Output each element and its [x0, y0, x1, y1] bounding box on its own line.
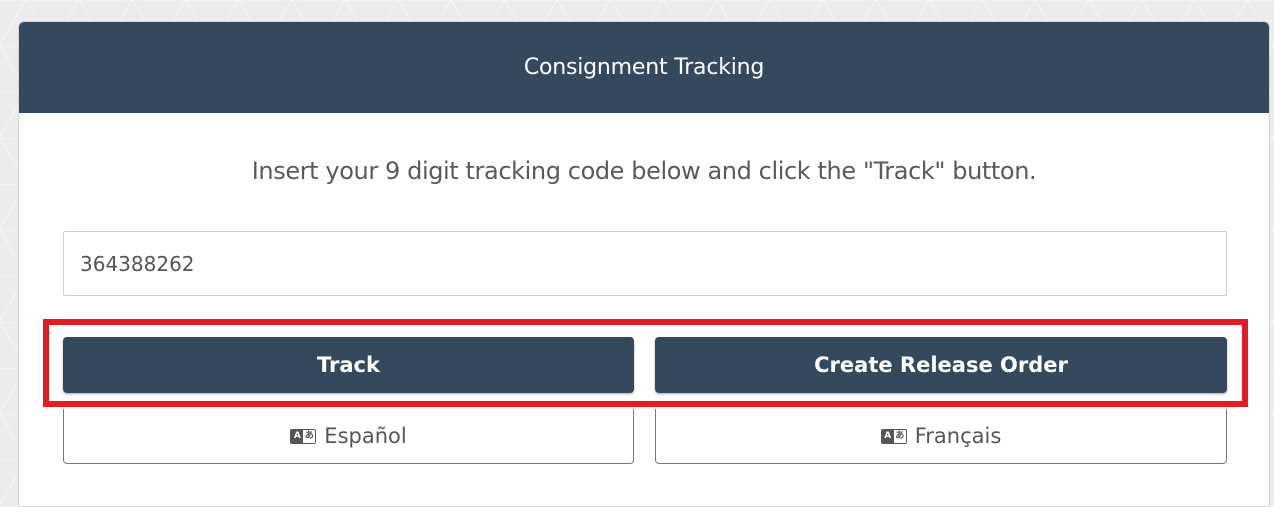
instruction-text: Insert your 9 digit tracking code below …: [251, 157, 1037, 185]
track-button[interactable]: Track: [63, 337, 634, 393]
create-release-order-label: Create Release Order: [814, 353, 1068, 377]
spanish-label: Español: [324, 424, 407, 448]
french-label: Français: [914, 424, 1002, 448]
language-icon: Aあ: [290, 428, 317, 444]
tracking-code-input[interactable]: [63, 231, 1227, 296]
tracking-card: Consignment Tracking Insert your 9 digit…: [18, 21, 1270, 507]
card-header: Consignment Tracking: [19, 22, 1269, 113]
create-release-order-button[interactable]: Create Release Order: [655, 337, 1227, 393]
track-button-label: Track: [317, 353, 380, 377]
spanish-language-button[interactable]: Aあ Español: [63, 409, 634, 464]
french-language-button[interactable]: Aあ Français: [655, 409, 1227, 464]
language-icon: Aあ: [880, 428, 907, 444]
page-title: Consignment Tracking: [523, 55, 765, 80]
